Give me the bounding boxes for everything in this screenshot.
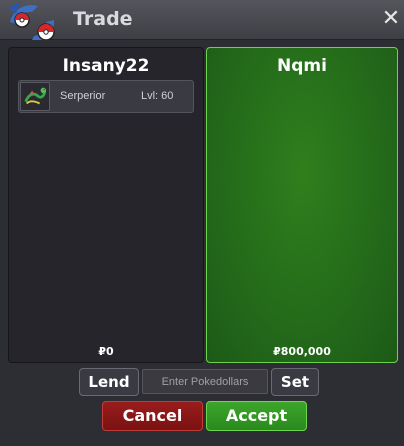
partner-player-name: Nqmi [277, 56, 327, 76]
lend-button[interactable]: Lend [79, 368, 139, 396]
partner-offer-panel: Nqmi ₽800,000 [206, 47, 398, 363]
close-icon[interactable]: ✕ [380, 7, 402, 31]
cancel-button[interactable]: Cancel [102, 401, 203, 431]
window-title: Trade [73, 8, 133, 30]
my-player-name: Insany22 [62, 56, 150, 76]
pokemon-name: Serperior [60, 90, 106, 102]
my-offer-panel: Insany22 Serperior Lvl: 60 ₽0 [8, 47, 204, 363]
set-button[interactable]: Set [271, 368, 319, 396]
partner-money-offer: ₽800,000 [273, 345, 331, 358]
pokemon-level: Lvl: 60 [141, 90, 174, 102]
my-money-offer: ₽0 [98, 345, 114, 358]
title-bar[interactable]: Trade ✕ [0, 0, 404, 45]
accept-button[interactable]: Accept [206, 401, 307, 431]
serperior-sprite-icon [20, 82, 50, 111]
pokedollar-input[interactable] [142, 369, 268, 394]
offered-pokemon-item[interactable]: Serperior Lvl: 60 [18, 80, 194, 113]
